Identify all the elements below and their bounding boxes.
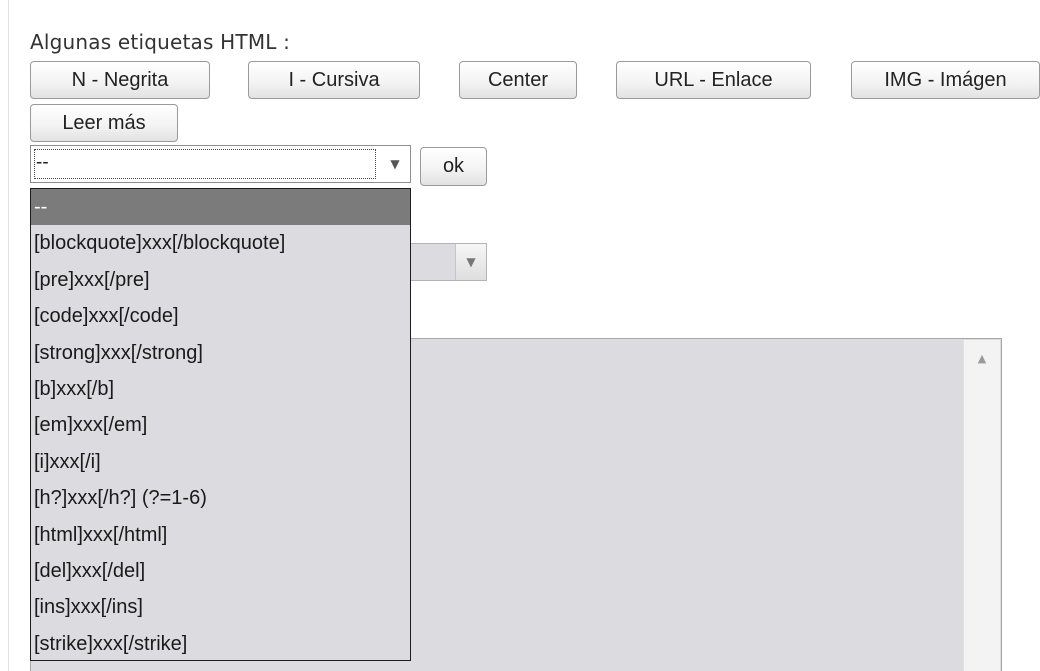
textarea-scrollbar[interactable]: ▲	[963, 340, 1000, 671]
link-button[interactable]: URL - Enlace	[616, 61, 811, 99]
read-more-button[interactable]: Leer más	[30, 104, 178, 142]
dropdown-option[interactable]: [strike]xxx[/strike]	[31, 626, 410, 660]
comment-form: Algunas etiquetas HTML : N - Negrita I -…	[0, 0, 1040, 671]
dropdown-option[interactable]: --	[31, 189, 410, 226]
dropdown-option[interactable]: [h?]xxx[/h?] (?=1-6)	[31, 480, 410, 516]
tag-select[interactable]: -- ▼	[30, 145, 411, 183]
tag-dropdown-list: -- [blockquote]xxx[/blockquote] [pre]xxx[/…	[30, 188, 411, 661]
dropdown-option[interactable]: [b]xxx[/b]	[31, 371, 410, 407]
dropdown-option[interactable]: [ins]xxx[/ins]	[31, 589, 410, 625]
bold-button[interactable]: N - Negrita	[30, 61, 210, 99]
dropdown-option[interactable]: [html]xxx[/html]	[31, 517, 410, 553]
center-button[interactable]: Center	[459, 61, 577, 99]
tag-select-value: --	[34, 149, 376, 179]
left-divider	[8, 0, 9, 671]
dropdown-option[interactable]: [code]xxx[/code]	[31, 298, 410, 334]
italic-button[interactable]: I - Cursiva	[248, 61, 420, 99]
ok-button[interactable]: ok	[420, 147, 487, 186]
dropdown-option[interactable]: [strong]xxx[/strong]	[31, 335, 410, 371]
chevron-down-icon[interactable]: ▼	[380, 146, 410, 182]
image-button[interactable]: IMG - Imágen	[851, 61, 1040, 99]
secondary-select[interactable]: ▼	[400, 243, 487, 281]
html-tags-heading: Algunas etiquetas HTML :	[30, 30, 291, 54]
arrow-up-icon[interactable]: ▲	[964, 340, 1000, 376]
dropdown-option[interactable]: [del]xxx[/del]	[31, 553, 410, 589]
dropdown-option[interactable]: [blockquote]xxx[/blockquote]	[31, 225, 410, 261]
dropdown-option[interactable]: [pre]xxx[/pre]	[31, 262, 410, 298]
chevron-down-icon[interactable]: ▼	[455, 244, 486, 280]
dropdown-option[interactable]: [em]xxx[/em]	[31, 407, 410, 443]
dropdown-option[interactable]: [i]xxx[/i]	[31, 444, 410, 480]
